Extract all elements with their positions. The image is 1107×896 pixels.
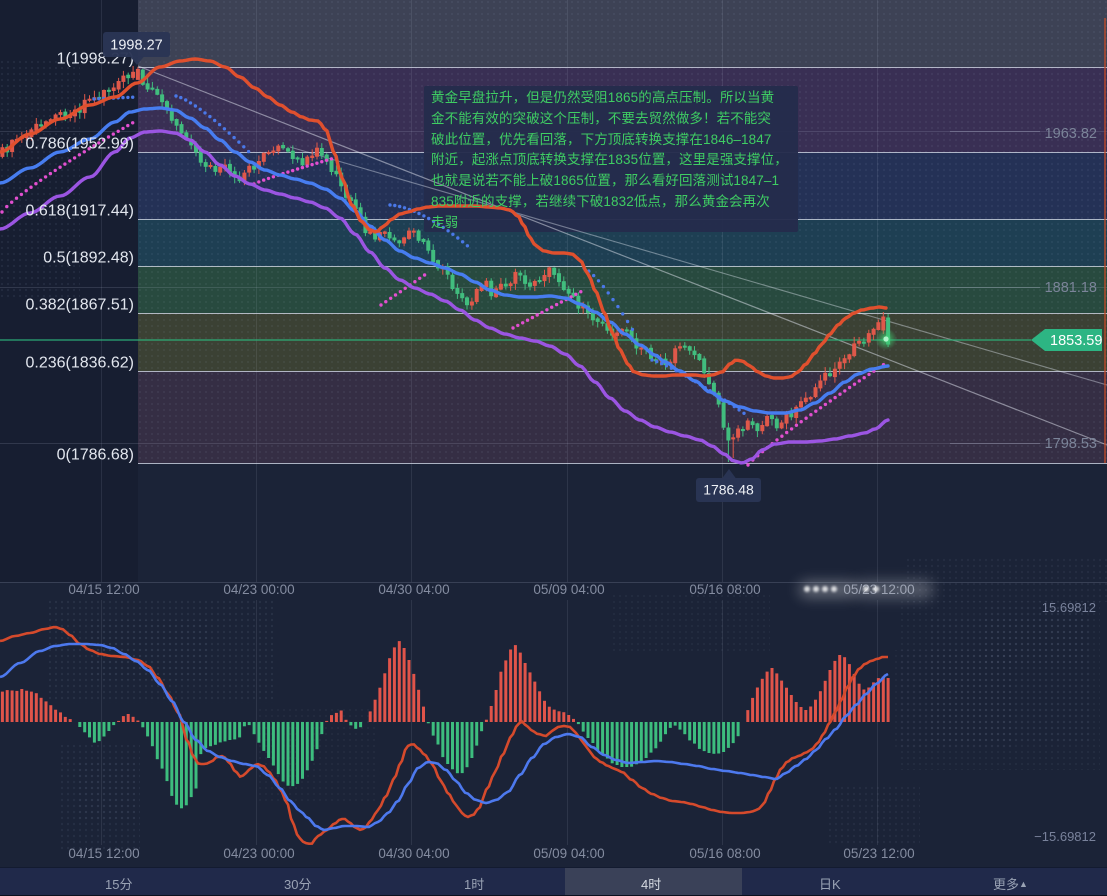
svg-text:0(1786.68): 0(1786.68) <box>57 447 134 464</box>
svg-text:1786.48: 1786.48 <box>703 482 754 498</box>
svg-text:04/15 12:00: 04/15 12:00 <box>68 582 139 597</box>
svg-text:04/30 04:00: 04/30 04:00 <box>378 846 449 861</box>
svg-text:04/15 12:00: 04/15 12:00 <box>68 846 139 861</box>
svg-text:0.786(1952.99): 0.786(1952.99) <box>25 136 134 153</box>
svg-text:0.618(1917.44): 0.618(1917.44) <box>25 203 134 220</box>
svg-text:05/16 08:00: 05/16 08:00 <box>689 846 760 861</box>
svg-text:15.69812: 15.69812 <box>1042 600 1096 615</box>
svg-text:1798.53: 1798.53 <box>1045 436 1097 452</box>
svg-text:05/09 04:00: 05/09 04:00 <box>533 846 604 861</box>
svg-text:0.5(1892.48): 0.5(1892.48) <box>43 250 134 267</box>
svg-text:1853.59: 1853.59 <box>1050 333 1102 349</box>
svg-text:04/23 00:00: 04/23 00:00 <box>223 582 294 597</box>
svg-text:05/09 04:00: 05/09 04:00 <box>533 582 604 597</box>
svg-text:0.236(1836.62): 0.236(1836.62) <box>25 355 134 372</box>
svg-text:04/30 04:00: 04/30 04:00 <box>378 582 449 597</box>
svg-text:0.382(1867.51): 0.382(1867.51) <box>25 297 134 314</box>
svg-text:1963.82: 1963.82 <box>1045 126 1097 142</box>
svg-text:05/16 08:00: 05/16 08:00 <box>689 582 760 597</box>
svg-text:−15.69812: −15.69812 <box>1034 829 1096 844</box>
svg-text:05/23 12:00: 05/23 12:00 <box>843 846 914 861</box>
svg-text:1881.18: 1881.18 <box>1045 280 1097 296</box>
svg-text:04/23 00:00: 04/23 00:00 <box>223 846 294 861</box>
svg-text:1998.27: 1998.27 <box>110 38 162 54</box>
